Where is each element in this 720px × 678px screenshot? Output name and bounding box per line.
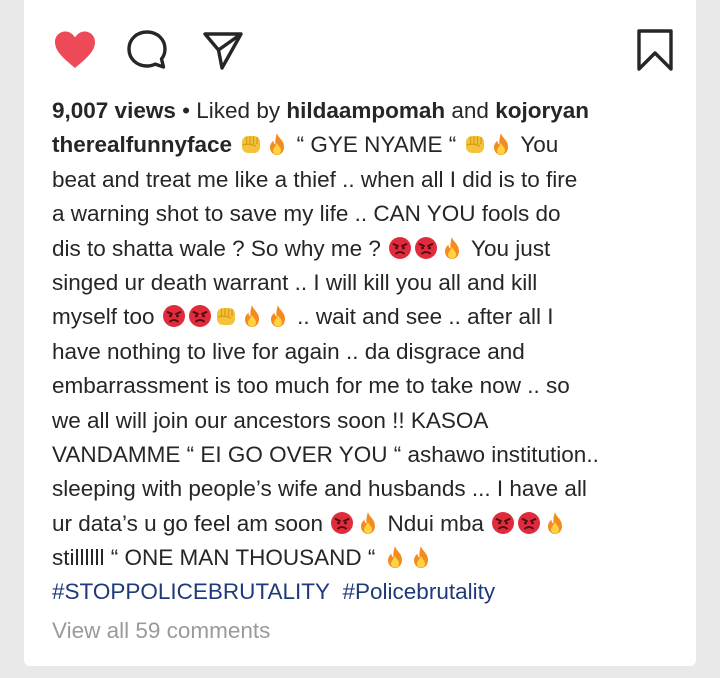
angry-face-emoji bbox=[162, 304, 186, 328]
caption-text: we all will join our ancestors soon !! K… bbox=[52, 407, 489, 433]
angry-face-emoji bbox=[491, 511, 515, 535]
fire-emoji bbox=[409, 545, 433, 569]
caption-text: dis to shatta wale ? So why me ? bbox=[52, 235, 381, 261]
send-icon bbox=[203, 32, 243, 70]
caption-text: VANDAMME “ EI GO OVER YOU “ ashawo insti… bbox=[52, 441, 599, 467]
hashtag-link[interactable]: #STOPPOLICEBRUTALITY bbox=[52, 579, 330, 604]
caption-text: singed ur death warrant .. I will kill y… bbox=[52, 269, 538, 295]
caption-line: therealfunnyface “ GYE NYAME “ You bbox=[52, 128, 680, 162]
caption-text: ur data’s u go feel am soon bbox=[52, 510, 324, 536]
caption-text: You bbox=[520, 132, 559, 158]
liker-link-2[interactable]: kojoryan bbox=[495, 98, 589, 123]
caption-text: sleeping with people’s wife and husbands… bbox=[52, 476, 587, 502]
caption-text: You just bbox=[471, 235, 551, 261]
caption-text: stillllll “ ONE MAN THOUSAND “ bbox=[52, 545, 376, 571]
hashtag-link[interactable]: #Policebrutality bbox=[343, 579, 496, 604]
raised-fist-emoji bbox=[239, 132, 263, 156]
caption-line: sleeping with people’s wife and husbands… bbox=[52, 472, 680, 506]
author-username[interactable]: therealfunnyface bbox=[52, 132, 232, 157]
caption-line: VANDAMME “ EI GO OVER YOU “ ashawo insti… bbox=[52, 438, 680, 472]
caption-text: embarrassment is too much for me to take… bbox=[52, 373, 570, 399]
caption-text: myself too bbox=[52, 304, 155, 330]
caption-text: “ GYE NYAME “ bbox=[296, 132, 457, 158]
caption-text: .. wait and see .. after all I bbox=[297, 304, 554, 330]
caption-line: myself too .. wait and see .. after all … bbox=[52, 300, 680, 334]
save-button[interactable] bbox=[632, 28, 678, 72]
share-button[interactable] bbox=[200, 28, 246, 72]
caption-text: Ndui mba bbox=[387, 510, 484, 536]
fire-emoji bbox=[543, 511, 567, 535]
liker-link-1[interactable]: hildaampomah bbox=[286, 98, 445, 123]
caption-line: stillllll “ ONE MAN THOUSAND “ bbox=[52, 541, 680, 575]
caption-line: ur data’s u go feel am soon Ndui mba bbox=[52, 507, 680, 541]
fire-emoji bbox=[265, 132, 289, 156]
caption-line: we all will join our ancestors soon !! K… bbox=[52, 404, 680, 438]
bookmark-icon bbox=[637, 29, 673, 71]
caption-text: have nothing to live for again .. da dis… bbox=[52, 338, 525, 364]
fire-emoji bbox=[356, 511, 380, 535]
fire-emoji bbox=[383, 545, 407, 569]
caption-line: beat and treat me like a thief .. when a… bbox=[52, 163, 680, 197]
views-count: 9,007 views bbox=[52, 98, 176, 123]
like-button[interactable] bbox=[52, 28, 98, 72]
view-all-comments-link[interactable]: View all 59 comments bbox=[52, 618, 270, 643]
separator-dot: • bbox=[182, 98, 191, 123]
comment-button[interactable] bbox=[124, 28, 170, 72]
caption-line: have nothing to live for again .. da dis… bbox=[52, 335, 680, 369]
liked-by-prefix: Liked by bbox=[196, 98, 281, 123]
fire-emoji bbox=[440, 236, 464, 260]
raised-fist-emoji bbox=[214, 304, 238, 328]
angry-face-emoji bbox=[188, 304, 212, 328]
post-action-bar bbox=[52, 28, 676, 72]
heart-icon bbox=[55, 31, 95, 68]
post-caption: 9,007 views • Liked by hildaampomah and … bbox=[52, 94, 680, 648]
angry-face-emoji bbox=[388, 236, 412, 260]
angry-face-emoji bbox=[517, 511, 541, 535]
fire-emoji bbox=[266, 304, 290, 328]
raised-fist-emoji bbox=[463, 132, 487, 156]
comments-line: View all 59 comments bbox=[52, 614, 680, 648]
angry-face-emoji bbox=[330, 511, 354, 535]
likes-line: 9,007 views • Liked by hildaampomah and … bbox=[52, 94, 680, 128]
angry-face-emoji bbox=[414, 236, 438, 260]
caption-line: embarrassment is too much for me to take… bbox=[52, 369, 680, 403]
fire-emoji bbox=[240, 304, 264, 328]
caption-line: dis to shatta wale ? So why me ? You jus… bbox=[52, 232, 680, 266]
comment-icon bbox=[127, 30, 167, 69]
caption-line: a warning shot to save my life .. CAN YO… bbox=[52, 197, 680, 231]
fire-emoji bbox=[489, 132, 513, 156]
caption-line: singed ur death warrant .. I will kill y… bbox=[52, 266, 680, 300]
caption-text: a warning shot to save my life .. CAN YO… bbox=[52, 201, 561, 227]
hashtags-line: #STOPPOLICEBRUTALITY #Policebrutality bbox=[52, 575, 680, 609]
caption-text: beat and treat me like a thief .. when a… bbox=[52, 166, 578, 192]
and-word: and bbox=[451, 98, 489, 123]
